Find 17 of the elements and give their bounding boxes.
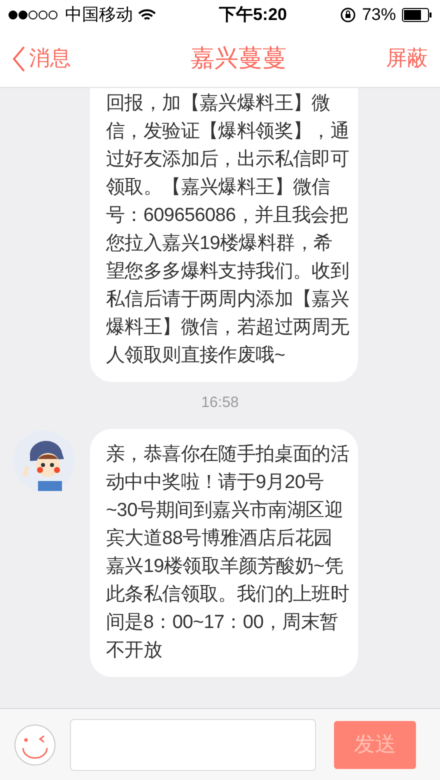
clock-time: 下午5:20 [218, 4, 287, 26]
chat-title: 嘉兴蔓蔓 [190, 44, 286, 74]
back-chevron-icon [12, 44, 26, 72]
message-bubble: 回报，加【嘉兴爆料王】微信，发验证【爆料领奖】，通过好友添加后，出示私信即可领取。【嘉兴爆料王】微信号：609656086，并且我会把您拉入嘉兴19楼爆料群，希望您多多爆料支持我们。收到私信后请于两周内添加【嘉兴爆料王】微信，若超过两周无人领取则直接作废哦~ [90, 88, 358, 382]
message-timestamp: 16:58 [201, 393, 239, 413]
carrier-name: 中国移动 [65, 4, 133, 26]
block-button[interactable]: 屏蔽 [386, 42, 428, 74]
wifi-icon [138, 8, 156, 22]
back-button[interactable]: 消息 [12, 42, 71, 74]
message-input-field[interactable] [70, 718, 316, 770]
battery-icon [402, 8, 432, 22]
cartoon-avatar-icon[interactable] [12, 428, 76, 492]
signal-strength-icon [8, 10, 60, 20]
battery-percentage: 73% [362, 4, 396, 26]
rotation-lock-icon [340, 7, 356, 23]
emoji-wink-icon[interactable] [14, 724, 56, 766]
message-bubble: 亲，恭喜你在随手拍桌面的活动中中奖啦！请于9月20号~30号期间到嘉兴市南湖区迎宾大道88号博雅酒店后花园嘉兴19楼领取羊颜芳酸奶~凭此条私信领取。我们的上班时间是8：00~17：00，周末暂不开放 [90, 428, 358, 676]
